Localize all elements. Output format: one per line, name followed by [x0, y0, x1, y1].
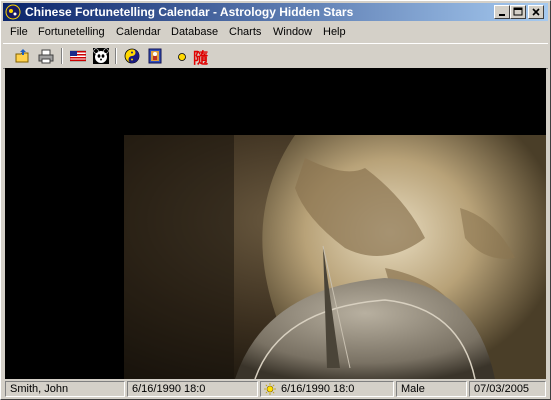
- status-date: 07/03/2005: [469, 381, 546, 397]
- title-bar[interactable]: Chinese Fortunetelling Calendar - Astrol…: [3, 3, 548, 21]
- status-bar: Smith, John 6/16/1990 18:0 6/16/1990 18:…: [3, 380, 548, 398]
- sui-button[interactable]: 隨: [191, 47, 211, 67]
- panda-icon: [93, 48, 109, 64]
- print-button[interactable]: [36, 47, 56, 65]
- app-icon[interactable]: [5, 4, 21, 20]
- moon-sun-button[interactable]: [168, 47, 188, 65]
- sun-icon: [264, 383, 276, 396]
- maximize-button[interactable]: [510, 5, 526, 19]
- menu-charts[interactable]: Charts: [229, 26, 261, 38]
- app-window: Chinese Fortunetelling Calendar - Astrol…: [0, 0, 551, 400]
- toolbar-separator: [61, 48, 63, 64]
- yin-yang-icon: [124, 48, 140, 64]
- menu-fortunetelling[interactable]: Fortunetelling: [38, 26, 105, 38]
- menu-calendar[interactable]: Calendar: [116, 26, 161, 38]
- open-folder-icon: [15, 49, 29, 63]
- status-solar-datetime: 6/16/1990 18:0: [281, 383, 355, 395]
- status-gender: Male: [396, 381, 467, 397]
- printer-icon: [38, 49, 54, 64]
- panda-button[interactable]: [91, 47, 111, 65]
- menu-file[interactable]: File: [10, 26, 28, 38]
- menu-bar: File Fortunetelling Calendar Database Ch…: [3, 23, 548, 41]
- window-title: Chinese Fortunetelling Calendar - Astrol…: [25, 5, 354, 19]
- figure-button[interactable]: [145, 47, 165, 65]
- menu-help[interactable]: Help: [323, 26, 346, 38]
- yin-yang-button[interactable]: [122, 47, 142, 65]
- status-birth-datetime: 6/16/1990 18:0: [127, 381, 258, 397]
- minimize-button[interactable]: [494, 5, 510, 19]
- open-button[interactable]: [13, 47, 33, 65]
- moon-sun-icon: [173, 51, 186, 61]
- status-solar-panel: 6/16/1990 18:0: [260, 381, 394, 397]
- sui-char-icon: 隨: [193, 50, 209, 67]
- toolbar: 隨: [3, 43, 548, 69]
- sundial-globe-image: [124, 135, 546, 379]
- menu-database[interactable]: Database: [171, 26, 218, 38]
- calendar-figure-icon: [148, 48, 162, 64]
- us-flag-icon: [70, 50, 86, 62]
- status-name: Smith, John: [5, 381, 125, 397]
- toolbar-separator: [115, 48, 117, 64]
- close-button[interactable]: [528, 5, 544, 19]
- client-area: [5, 68, 546, 379]
- menu-window[interactable]: Window: [273, 26, 312, 38]
- us-language-button[interactable]: [68, 47, 88, 65]
